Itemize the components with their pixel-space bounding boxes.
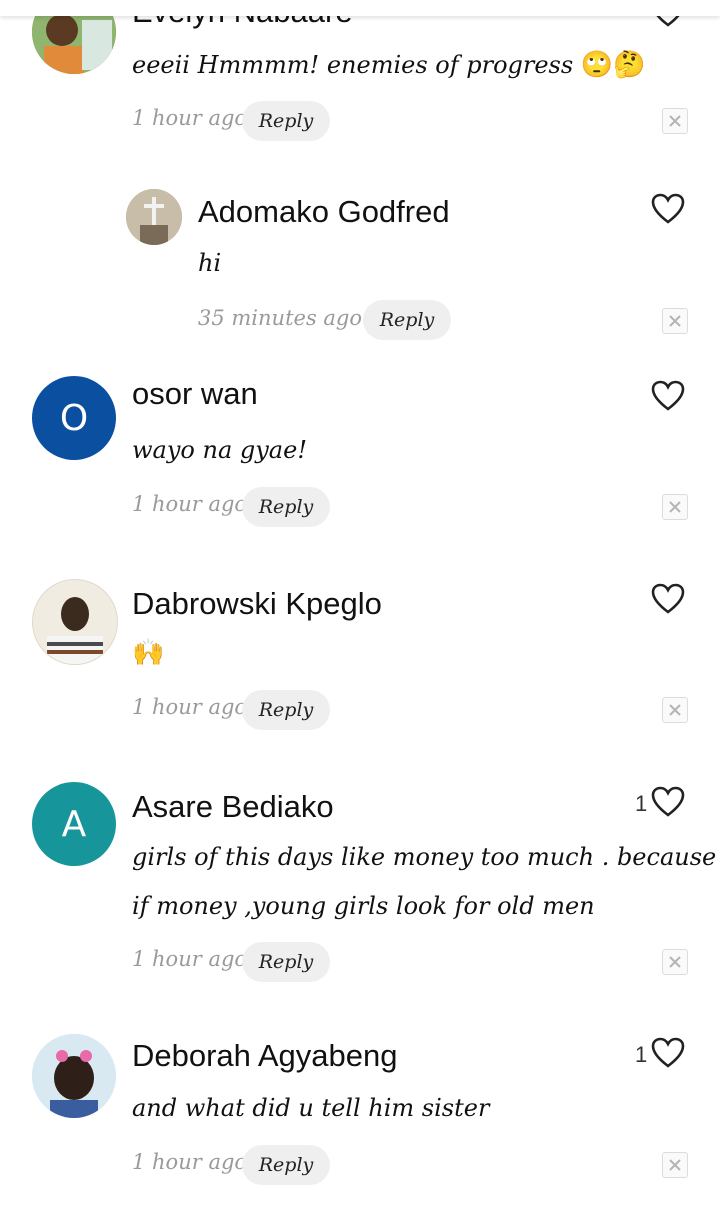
top-bar — [0, 0, 720, 16]
like-heart-icon[interactable] — [651, 583, 685, 615]
avatar[interactable] — [32, 579, 118, 665]
reply-button[interactable]: Reply — [363, 300, 451, 340]
reply-button[interactable]: Reply — [242, 487, 330, 527]
like-count: 1 — [635, 791, 648, 816]
like-heart-icon[interactable] — [651, 1037, 685, 1069]
reply-button[interactable]: Reply — [242, 690, 330, 730]
comment-timestamp: 1 hour ago — [132, 106, 248, 130]
comment-author[interactable]: Adomako Godfred — [198, 194, 450, 230]
like-heart-icon[interactable] — [651, 380, 685, 412]
emoji-reaction: 🙌 — [132, 638, 165, 668]
close-icon[interactable] — [662, 1152, 688, 1178]
comment-text-line: if money ,young girls look for old men — [132, 892, 595, 920]
comment-text: eeeii Hmmmm! enemies of progress 🙄🤔 — [132, 40, 646, 90]
close-icon[interactable] — [662, 949, 688, 975]
avatar[interactable] — [126, 189, 182, 245]
reply-button[interactable]: Reply — [242, 942, 330, 982]
comment-author[interactable]: osor wan — [132, 376, 258, 412]
comment-timestamp: 1 hour ago — [132, 492, 248, 516]
avatar[interactable]: A — [32, 782, 116, 866]
avatar-photo-icon — [33, 580, 117, 664]
comment-item: A Asare Bediako 1 girls of this days lik… — [0, 775, 720, 1005]
comment-timestamp: 35 minutes ago — [198, 306, 363, 330]
comment-item: Deborah Agyabeng 1 and what did u tell h… — [0, 1025, 720, 1221]
comment-item: O osor wan wayo na gyae! 1 hour ago Repl… — [0, 360, 720, 540]
comment-timestamp: 1 hour ago — [132, 947, 248, 971]
emoji-reaction: 🙄🤔 — [580, 50, 646, 80]
comment-author[interactable]: Asare Bediako — [132, 789, 334, 825]
comment-text-content: eeeii Hmmmm! enemies of progress — [132, 51, 574, 79]
close-icon[interactable] — [662, 308, 688, 334]
comment-item: Dabrowski Kpeglo 🙌 1 hour ago Reply — [0, 570, 720, 750]
comment-text: and what did u tell him sister — [132, 1094, 490, 1122]
avatar-photo-icon — [32, 1034, 116, 1118]
close-icon[interactable] — [662, 108, 688, 134]
avatar[interactable]: O — [32, 376, 116, 460]
comment-text: 🙌 — [132, 628, 164, 678]
like-heart-icon[interactable] — [651, 786, 685, 818]
like-count: 1 — [635, 1042, 648, 1067]
close-icon[interactable] — [662, 697, 688, 723]
comment-reply-item: Adomako Godfred hi 35 minutes ago Reply — [0, 170, 720, 350]
reply-button[interactable]: Reply — [242, 101, 330, 141]
comment-timestamp: 1 hour ago — [132, 695, 248, 719]
avatar-photo-icon — [126, 189, 182, 245]
comment-text-line: girls of this days like money too much .… — [132, 843, 717, 871]
comment-timestamp: 1 hour ago — [132, 1150, 248, 1174]
avatar[interactable] — [32, 1034, 116, 1118]
comment-item: Evelyn Nabaare eeeii Hmmmm! enemies of p… — [0, 0, 720, 160]
comment-text: hi — [198, 249, 222, 277]
comment-author[interactable]: Dabrowski Kpeglo — [132, 586, 382, 622]
close-icon[interactable] — [662, 494, 688, 520]
like-heart-icon[interactable] — [651, 193, 685, 225]
comment-text: wayo na gyae! — [132, 436, 307, 464]
comment-author[interactable]: Deborah Agyabeng — [132, 1038, 397, 1074]
reply-button[interactable]: Reply — [242, 1145, 330, 1185]
